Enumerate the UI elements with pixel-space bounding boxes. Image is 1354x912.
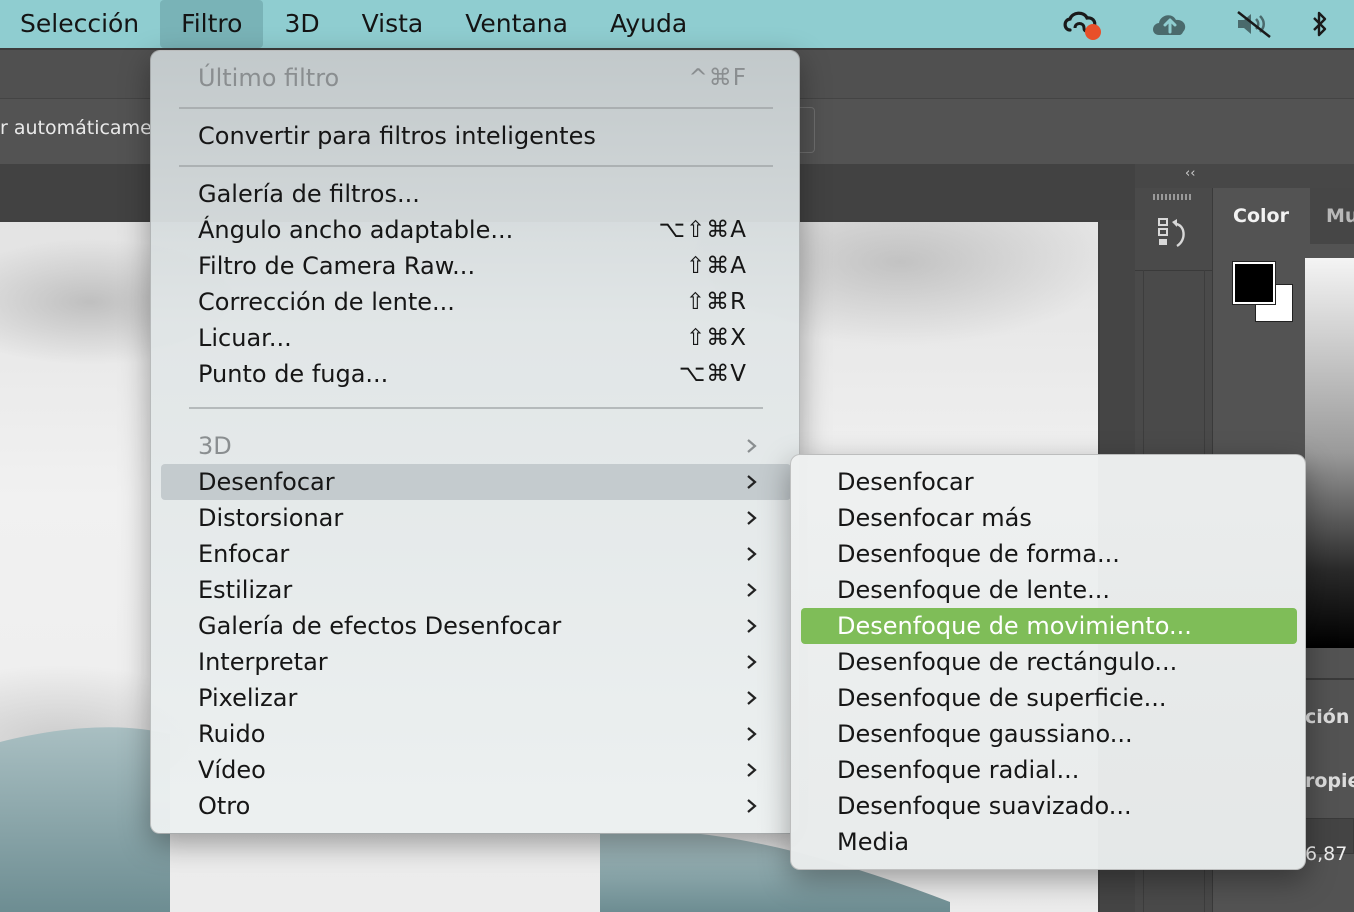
menu-item-shortcut: ^⌘F <box>688 65 747 91</box>
menu-item-shortcut: ⌥⇧⌘A <box>658 217 747 243</box>
menu-item-label: Otro <box>198 792 251 820</box>
menu-item-interpretar[interactable]: Interpretar <box>161 644 791 680</box>
menu-item-video[interactable]: Vídeo <box>161 752 791 788</box>
panel-collapse-bar[interactable]: ‹‹ <box>1135 164 1354 188</box>
menu-item-estilizar[interactable]: Estilizar <box>161 572 791 608</box>
submenu-item-average[interactable]: Media <box>801 824 1297 860</box>
cloud-upload-icon[interactable] <box>1146 0 1194 48</box>
chevron-right-icon <box>747 583 757 597</box>
chevron-right-icon <box>747 799 757 813</box>
chevron-right-icon <box>747 691 757 705</box>
submenu-item-desenfocar-mas[interactable]: Desenfocar más <box>801 500 1297 536</box>
panel-divider <box>1305 678 1354 680</box>
chevron-right-icon <box>747 547 757 561</box>
menu-filtro[interactable]: Filtro <box>160 0 264 48</box>
menu-item-shortcut: ⇧⌘R <box>685 289 747 315</box>
panel-value: 6,87 c <box>1305 843 1354 865</box>
tab-second[interactable]: Mu <box>1310 188 1354 244</box>
bluetooth-icon[interactable] <box>1302 0 1338 48</box>
menu-separator <box>189 407 763 409</box>
history-icon[interactable] <box>1157 216 1191 252</box>
menu-item-label: Ángulo ancho adaptable... <box>198 216 514 244</box>
menu-item-distorsionar[interactable]: Distorsionar <box>161 500 791 536</box>
menu-item-label: Enfocar <box>198 540 290 568</box>
creative-cloud-icon[interactable] <box>1058 0 1106 48</box>
menu-vista[interactable]: Vista <box>341 0 445 48</box>
menu-item-label: Pixelizar <box>198 684 298 712</box>
menu-item-label: Interpretar <box>198 648 328 676</box>
menu-item-label: Filtro de Camera Raw... <box>198 252 476 280</box>
menu-item-vanishing-point[interactable]: Punto de fuga... ⌥⌘V <box>161 356 791 392</box>
menu-item-label: Corrección de lente... <box>198 288 455 316</box>
menu-item-convert-smart-filters[interactable]: Convertir para filtros inteligentes <box>161 118 791 154</box>
menu-item-enfocar[interactable]: Enfocar <box>161 536 791 572</box>
chevron-right-icon <box>747 475 757 489</box>
tab-color[interactable]: Color <box>1213 188 1309 244</box>
menu-3d[interactable]: 3D <box>263 0 340 48</box>
dock-grip-icon[interactable] <box>1153 194 1193 200</box>
submenu-item-surface-blur[interactable]: Desenfoque de superficie... <box>801 680 1297 716</box>
menu-item-lens-correction[interactable]: Corrección de lente... ⇧⌘R <box>161 284 791 320</box>
foreground-color-swatch[interactable] <box>1232 261 1276 305</box>
menu-item-shortcut: ⌥⌘V <box>678 361 747 387</box>
submenu-item-box-blur[interactable]: Desenfoque de rectángulo... <box>801 644 1297 680</box>
menu-item-3d: 3D <box>161 428 791 464</box>
menu-item-ruido[interactable]: Ruido <box>161 716 791 752</box>
submenu-item-radial-blur[interactable]: Desenfoque radial... <box>801 752 1297 788</box>
menu-item-filter-gallery[interactable]: Galería de filtros... <box>161 176 791 212</box>
menu-item-pixelizar[interactable]: Pixelizar <box>161 680 791 716</box>
menu-ayuda[interactable]: Ayuda <box>589 0 708 48</box>
menu-item-otro[interactable]: Otro <box>161 788 791 824</box>
chevron-right-icon <box>747 619 757 633</box>
menu-item-label: Galería de efectos Desenfocar <box>198 612 562 640</box>
submenu-item-desenfocar[interactable]: Desenfocar <box>801 464 1297 500</box>
panel-label-b: ropie <box>1305 770 1354 792</box>
filter-menu: Último filtro ^⌘F Convertir para filtros… <box>150 50 800 834</box>
blur-submenu: Desenfocar Desenfocar más Desenfoque de … <box>790 454 1306 870</box>
menu-item-label: Distorsionar <box>198 504 344 532</box>
menu-ventana[interactable]: Ventana <box>444 0 589 48</box>
menu-item-blur-gallery[interactable]: Galería de efectos Desenfocar <box>161 608 791 644</box>
menu-item-shortcut: ⇧⌘X <box>685 325 747 351</box>
menu-seleccion[interactable]: Selección <box>0 0 160 48</box>
menu-item-shortcut: ⇧⌘A <box>685 253 747 279</box>
chevron-right-icon <box>747 511 757 525</box>
panel-label-a: ción <box>1305 706 1350 728</box>
collapse-icon[interactable]: ‹‹ <box>1185 166 1195 181</box>
menu-item-label: Ruido <box>198 720 266 748</box>
submenu-item-motion-blur[interactable]: Desenfoque de movimiento... <box>801 608 1297 644</box>
menu-item-desenfocar[interactable]: Desenfocar <box>161 464 791 500</box>
submenu-item-lens-blur[interactable]: Desenfoque de lente... <box>801 572 1297 608</box>
menu-separator <box>179 107 773 109</box>
submenu-item-gaussian-blur[interactable]: Desenfoque gaussiano... <box>801 716 1297 752</box>
menu-item-label: Vídeo <box>198 756 266 784</box>
menu-item-label: Galería de filtros... <box>198 180 420 208</box>
menu-item-label: Desenfocar <box>198 468 335 496</box>
menu-item-camera-raw[interactable]: Filtro de Camera Raw... ⇧⌘A <box>161 248 791 284</box>
speaker-muted-icon[interactable] <box>1230 0 1278 48</box>
menu-item-label: 3D <box>198 432 232 460</box>
chevron-right-icon <box>747 655 757 669</box>
menu-item-last-filter: Último filtro ^⌘F <box>161 60 791 96</box>
menu-item-label: Estilizar <box>198 576 293 604</box>
menu-item-liquify[interactable]: Licuar... ⇧⌘X <box>161 320 791 356</box>
menu-item-adaptive-wide-angle[interactable]: Ángulo ancho adaptable... ⌥⇧⌘A <box>161 212 791 248</box>
submenu-item-shape-blur[interactable]: Desenfoque de forma... <box>801 536 1297 572</box>
options-label: r automáticamente <box>0 117 150 139</box>
menu-item-label: Último filtro <box>198 64 340 92</box>
menu-item-label: Punto de fuga... <box>198 360 389 388</box>
chevron-right-icon <box>747 763 757 777</box>
menu-item-label: Licuar... <box>198 324 292 352</box>
color-spectrum[interactable] <box>1305 258 1354 648</box>
menu-separator <box>179 165 773 167</box>
menu-item-label: Convertir para filtros inteligentes <box>198 122 596 150</box>
chevron-right-icon <box>747 727 757 741</box>
chevron-right-icon <box>747 439 757 453</box>
submenu-item-smart-blur[interactable]: Desenfoque suavizado... <box>801 788 1297 824</box>
